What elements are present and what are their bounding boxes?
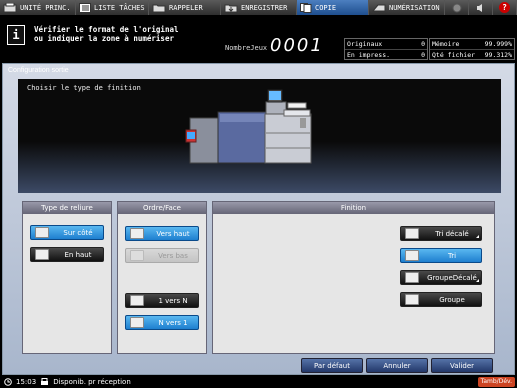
- panel-ordre-face: Ordre/Face: [117, 201, 207, 354]
- tab-enregistrer[interactable]: ENREGISTRER: [221, 0, 297, 15]
- tab-unite-princ[interactable]: UNITÉ PRINC.: [0, 0, 76, 15]
- scan-icon: [372, 4, 386, 11]
- home-icon: [3, 2, 17, 12]
- submenu-corner-icon: [476, 279, 479, 282]
- face-down-icon: [130, 250, 144, 261]
- originaux-label: Originaux: [347, 40, 383, 48]
- groupe-button[interactable]: Groupe: [400, 292, 482, 307]
- tamb-dev-badge[interactable]: Tamb/Dév.: [477, 377, 515, 387]
- qte-label: Qté fichier: [432, 51, 476, 59]
- tri-decale-button[interactable]: Tri décalé: [400, 226, 482, 241]
- tab-copie[interactable]: COPIE: [297, 0, 369, 15]
- vers-bas-button[interactable]: Vers bas: [125, 248, 199, 263]
- offset-group-icon: [405, 272, 419, 283]
- message-text: Vérifier le format de l'original ou indi…: [34, 25, 179, 43]
- help-icon: ?: [499, 2, 510, 13]
- annuler-button[interactable]: Annuler: [366, 358, 428, 373]
- panel-type-reliure: Type de reliure: [22, 201, 112, 354]
- order-1-n-icon: [130, 295, 144, 306]
- clock-icon: [4, 378, 12, 386]
- 1-vers-n-button[interactable]: 1 vers N: [125, 293, 199, 308]
- screen-title: Configuration sortie: [8, 67, 69, 74]
- tab-label: ENREGISTRER: [241, 3, 288, 12]
- groupe-decale-label: GroupeDécalé: [427, 273, 477, 282]
- group-icon: [405, 294, 419, 305]
- stat-memoire: Mémoire 99.999% Qté fichier 99.312%: [429, 38, 515, 60]
- top-tab-bar: UNITÉ PRINC. LISTE TÂCHES RAPPELER ENREG…: [0, 0, 517, 15]
- impress-value: 0: [421, 51, 425, 59]
- tab-label: LISTE TÂCHES: [94, 3, 145, 12]
- en-haut-button[interactable]: En haut: [30, 247, 104, 262]
- n-vers-1-label: N vers 1: [158, 318, 188, 327]
- en-haut-label: En haut: [64, 250, 92, 259]
- status-time: 15:03: [16, 378, 37, 386]
- preview-title: Choisir le type de finition: [27, 84, 141, 92]
- valider-button[interactable]: Valider: [431, 358, 493, 373]
- sur-cote-button[interactable]: Sur côté: [30, 225, 104, 240]
- vers-bas-label: Vers bas: [158, 251, 188, 260]
- save-icon: [224, 4, 238, 12]
- binding-top-icon: [35, 249, 49, 260]
- tab-label: UNITÉ PRINC.: [20, 3, 71, 12]
- panel-type-reliure-title: Type de reliure: [23, 202, 111, 214]
- memoire-value: 99.999%: [484, 40, 512, 48]
- binding-side-icon: [35, 227, 49, 238]
- order-n-1-icon: [130, 317, 144, 328]
- tri-label: Tri: [447, 251, 457, 260]
- message-line-2: ou indiquer la zone à numériser: [34, 34, 174, 43]
- list-icon: [79, 2, 91, 13]
- tab-numerisation[interactable]: NUMÉRISATION: [369, 0, 445, 15]
- originaux-value: 0: [421, 40, 425, 48]
- copy-icon: [300, 2, 312, 13]
- tab-liste-taches[interactable]: LISTE TÂCHES: [76, 0, 149, 15]
- n-vers-1-button[interactable]: N vers 1: [125, 315, 199, 330]
- tab-label: NUMÉRISATION: [389, 3, 440, 12]
- panel-ordre-face-title: Ordre/Face: [118, 202, 206, 214]
- 1-vers-n-label: 1 vers N: [158, 296, 188, 305]
- tab-settings[interactable]: [445, 0, 469, 15]
- vers-haut-button[interactable]: Vers haut: [125, 226, 199, 241]
- tab-label: COPIE: [315, 3, 337, 12]
- tab-help[interactable]: ?: [493, 0, 517, 15]
- info-icon: i: [7, 25, 25, 45]
- sur-cote-label: Sur côté: [63, 228, 93, 237]
- tri-decale-label: Tri décalé: [435, 229, 469, 238]
- offset-sort-icon: [405, 228, 419, 239]
- groupe-decale-button[interactable]: GroupeDécalé: [400, 270, 482, 285]
- status-bar: 15:03 Disponib. pr réception Tamb/Dév.: [0, 376, 517, 388]
- printer-illustration-icon: [185, 89, 312, 164]
- sort-icon: [405, 250, 419, 261]
- message-line-1: Vérifier le format de l'original: [34, 25, 179, 34]
- groupe-label: Groupe: [439, 295, 465, 304]
- tab-volume[interactable]: [469, 0, 493, 15]
- tab-rappeler[interactable]: RAPPELER: [149, 0, 221, 15]
- qte-value: 99.312%: [484, 51, 512, 59]
- vers-haut-label: Vers haut: [156, 229, 190, 238]
- printer-status-icon: [41, 378, 49, 385]
- tab-label: RAPPELER: [169, 3, 203, 12]
- status-text: Disponib. pr réception: [53, 378, 131, 386]
- counter-value: 0001: [270, 35, 324, 56]
- panel-finition-title: Finition: [213, 202, 494, 214]
- folder-icon: [152, 4, 166, 12]
- tri-button[interactable]: Tri: [400, 248, 482, 263]
- memoire-label: Mémoire: [432, 40, 460, 48]
- par-defaut-button[interactable]: Par défaut: [301, 358, 363, 373]
- globe-icon: [452, 3, 461, 12]
- counter-label: NombreJeux: [225, 44, 268, 52]
- stat-originaux: Originaux 0 En impress. 0: [344, 38, 428, 60]
- face-up-icon: [130, 228, 144, 239]
- submenu-corner-icon: [476, 235, 479, 238]
- impress-label: En impress.: [347, 51, 391, 59]
- speaker-icon: [476, 3, 482, 12]
